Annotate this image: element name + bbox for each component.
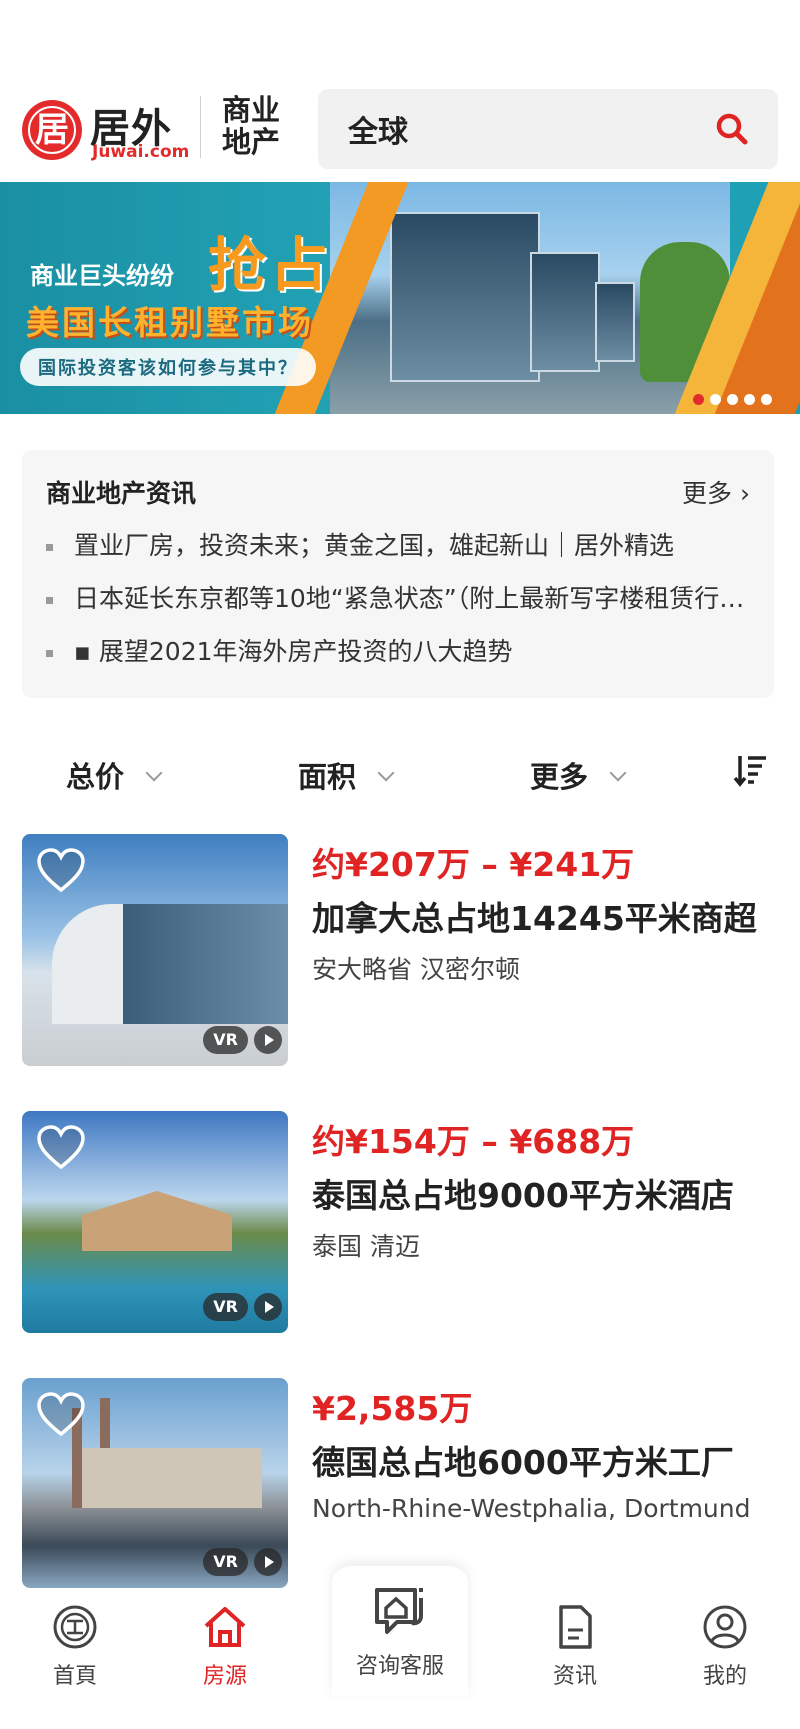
top-header: 居 居外 Juwai.com 商业地产 全球 [0, 86, 800, 180]
play-icon[interactable] [254, 1293, 282, 1321]
news-card-title: 商业地产资讯 [46, 479, 197, 508]
juwai-logo[interactable]: 居 居外 Juwai.com [22, 96, 189, 162]
tab-news-label: 资讯 [552, 1664, 597, 1689]
news-item[interactable]: 日本延长东京都等10地“紧急状态”（附上最新写字楼租赁行情） [46, 581, 762, 634]
document-icon [559, 1605, 592, 1649]
heart-icon[interactable] [36, 848, 86, 894]
heart-icon[interactable] [36, 1125, 86, 1171]
filter-bar: 总价 面积 更多 [0, 746, 800, 802]
search-input[interactable]: 全球 [348, 107, 408, 151]
listing-price: 约¥207万 – ¥241万 [312, 845, 635, 884]
tab-consult-label: 咨询客服 [355, 1654, 444, 1679]
listing-card[interactable]: VR 约¥207万 – ¥241万 加拿大总占地14245平米商超 安大略省 汉… [22, 834, 782, 1066]
carousel-dot[interactable] [693, 394, 704, 405]
tab-listings[interactable]: 房源 [165, 1604, 285, 1690]
vr-badge[interactable]: VR [203, 1293, 248, 1321]
filter-more-label: 更多 [530, 760, 589, 794]
promo-banner[interactable]: 商业巨头纷纷 抢占 美国长租别墅市场 国际投资客该如何参与其中？ [0, 182, 800, 414]
user-icon [703, 1605, 747, 1649]
carousel-dot[interactable] [710, 394, 721, 405]
chevron-down-icon [609, 764, 627, 782]
tab-mine[interactable]: 我的 [665, 1604, 785, 1690]
news-item[interactable]: ▪ 展望2021年海外房产投资的八大趋势 [46, 634, 762, 687]
banner-highlight-text: 抢占 [208, 231, 333, 299]
vr-badge[interactable]: VR [203, 1548, 248, 1576]
carousel-dot[interactable] [761, 394, 772, 405]
carousel-dot[interactable] [744, 394, 755, 405]
filter-total-price-label: 总价 [66, 760, 125, 794]
news-more-link[interactable]: 更多 › [682, 474, 750, 510]
chat-house-icon [375, 1588, 423, 1634]
listing-title[interactable]: 加拿大总占地14245平米商超 [312, 892, 757, 940]
vr-badge[interactable]: VR [203, 1026, 248, 1054]
filter-total-price[interactable]: 总价 [66, 754, 163, 796]
tab-news[interactable]: 资讯 [515, 1604, 635, 1690]
banner-question-pill: 国际投资客该如何参与其中？ [20, 348, 316, 386]
listing-price: ¥2,585万 [312, 1389, 473, 1428]
listing-location: 泰国 清迈 [312, 1232, 420, 1261]
chevron-down-icon [145, 764, 163, 782]
listing-photo[interactable]: VR [22, 1111, 288, 1333]
play-icon[interactable] [254, 1548, 282, 1576]
sort-icon[interactable] [732, 752, 768, 788]
filter-area[interactable]: 面积 [298, 754, 395, 796]
banner-text-line1: 商业巨头纷纷 [30, 262, 174, 290]
listing-price: 约¥154万 – ¥688万 [312, 1122, 635, 1161]
listing-photo[interactable]: VR [22, 1378, 288, 1588]
filter-more[interactable]: 更多 [530, 754, 627, 796]
search-icon[interactable] [714, 111, 750, 147]
listing-location: 安大略省 汉密尔顿 [312, 955, 520, 984]
play-icon[interactable] [254, 1026, 282, 1054]
tab-mine-label: 我的 [702, 1664, 747, 1689]
filter-area-label: 面积 [298, 760, 357, 794]
heart-icon[interactable] [36, 1392, 86, 1438]
house-icon [204, 1607, 246, 1647]
news-item[interactable]: 置业厂房，投资未来；黄金之国，雄起新山｜居外精选 [46, 528, 762, 581]
carousel-dot[interactable] [727, 394, 738, 405]
listing-location: North-Rhine-Westphalia, Dortmund [312, 1494, 751, 1523]
news-list: 置业厂房，投资未来；黄金之国，雄起新山｜居外精选 日本延长东京都等10地“紧急状… [46, 528, 762, 687]
tab-listings-label: 房源 [202, 1664, 247, 1689]
tab-home-label: 首頁 [52, 1664, 97, 1689]
tab-home[interactable]: 首頁 [15, 1604, 135, 1690]
search-bar[interactable]: 全球 [318, 89, 778, 169]
banner-text-line2: 美国长租别墅市场 [26, 303, 314, 342]
section-title: 商业地产 [222, 93, 281, 159]
carousel-dots[interactable] [687, 390, 772, 409]
logo-divider [200, 96, 201, 158]
listing-photo[interactable]: VR [22, 834, 288, 1066]
logo-english-text: Juwai.com [92, 142, 190, 162]
chevron-down-icon [377, 764, 395, 782]
news-card: 商业地产资讯 更多 › 置业厂房，投资未来；黄金之国，雄起新山｜居外精选 日本延… [22, 450, 774, 698]
home-logo-icon [53, 1605, 97, 1649]
tab-consult[interactable]: 咨询客服 [332, 1566, 468, 1696]
listing-title[interactable]: 德国总占地6000平方米工厂 [312, 1436, 734, 1484]
bottom-tab-bar: 首頁 房源 咨询客服 资讯 我的 [0, 1566, 800, 1729]
listing-card[interactable]: VR 约¥154万 – ¥688万 泰国总占地9000平方米酒店 泰国 清迈 [22, 1111, 782, 1333]
listing-title[interactable]: 泰国总占地9000平方米酒店 [312, 1169, 734, 1217]
listing-card[interactable]: VR ¥2,585万 德国总占地6000平方米工厂 North-Rhine-We… [22, 1378, 782, 1588]
juwai-logo-mark: 居 [22, 100, 82, 160]
